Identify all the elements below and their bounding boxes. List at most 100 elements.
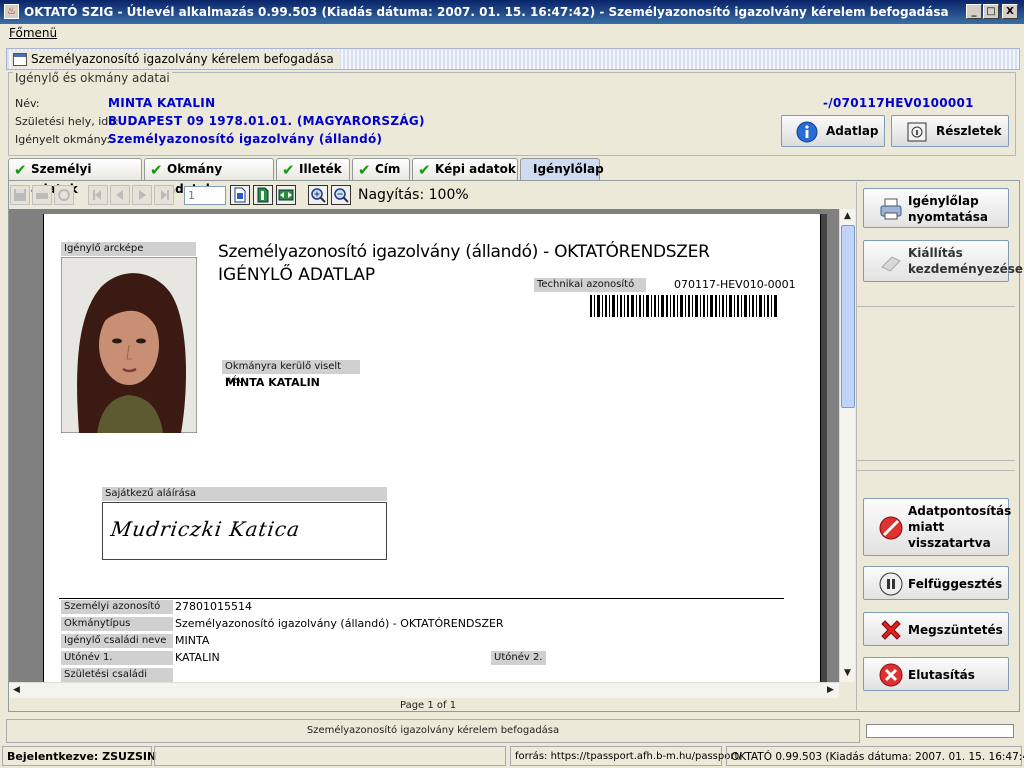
status-message: Személyazonosító igazolvány kérelem befo… [6,719,860,743]
last-page-button[interactable] [154,185,174,205]
report-title: Személyazonosító igazolvány (állandó) - … [218,242,710,262]
fit-width-button[interactable] [276,185,296,205]
technical-id-value: 070117-HEV010-0001 [674,278,796,291]
window-icon [13,53,27,66]
logged-in-user: Bejelentkezve: ZSUZSIN [2,746,156,766]
window-title: OKTATÓ SZIG - Útlevél alkalmazás 0.99.50… [24,5,949,19]
report-viewer[interactable]: Igénylő arcképe Személyazonosító igazolv… [9,209,839,682]
next-page-button[interactable] [132,185,152,205]
scroll-down-icon[interactable]: ▼ [840,666,855,681]
refresh-icon [58,189,70,201]
tab-label: Képi adatok [435,162,516,176]
previous-page-button[interactable] [110,185,130,205]
panel-divider [857,470,1015,471]
hold-for-correction-button[interactable]: Adatpontosítás miatt visszatartva [863,498,1012,556]
stamp-icon [881,256,901,272]
suspend-button[interactable]: Felfüggesztés [863,566,1009,600]
scroll-up-icon[interactable]: ▲ [840,209,855,224]
hold-for-correction-label: Adatpontosítás miatt visszatartva [908,504,1012,550]
adatlap-label: Adatlap [826,124,879,138]
print-icon [36,189,48,199]
maximize-button[interactable]: □ [983,4,999,19]
tab-szemelyi-adatok[interactable]: ✔Személyi adatok [8,158,142,196]
tab-label: Cím [375,162,401,176]
applicant-photo [61,257,197,433]
menu-bar: Főmenü [0,24,1024,44]
barcode [590,295,777,317]
pause-icon [879,572,903,596]
tab-cim[interactable]: ✔ Cím [352,158,410,180]
no-entry-icon [879,516,903,540]
section-divider [59,598,784,599]
fit-width-icon [278,189,294,201]
zoom-in-button[interactable] [308,185,328,205]
adatlap-button[interactable]: Adatlap [781,115,885,147]
tab-label: Illeték [299,162,342,176]
report-row-value: Személyazonosító igazolvány (állandó) - … [175,617,504,630]
name-value: MINTA KATALIN [108,96,216,110]
refresh-button[interactable] [54,185,74,205]
java-app-icon: ♨ [4,4,19,19]
reszletek-button[interactable]: Részletek [891,115,1009,147]
viewer-toolbar: 1 Nagyítás: 100% [8,182,848,208]
first-page-button[interactable] [88,185,108,205]
scroll-right-icon[interactable]: ▶ [823,683,838,698]
applicant-legend: Igénylő és okmány adatai [13,71,172,85]
arrow-right-icon [139,190,146,200]
report-row-label: Okmánytípus [61,617,173,631]
save-report-button[interactable] [10,185,30,205]
details-icon [907,122,927,142]
report-row-label: Születési családi neve [61,668,173,682]
issue-document-button[interactable]: Kiállítás kezdeményezése [863,240,1023,282]
signature-box: Mudriczki Katica [102,502,387,560]
tab-label: Igénylőlap [533,162,604,176]
progress-bar [866,724,1014,738]
reject-icon [879,663,903,687]
zoom-out-button[interactable] [331,185,351,205]
applicant-panel: Igénylő és okmány adatai Név: MINTA KATA… [8,71,1016,156]
red-x-icon [881,620,901,640]
tab-illetek[interactable]: ✔ Illeték [276,158,350,180]
panel-divider [857,306,1015,307]
minimize-button[interactable]: _ [966,4,982,19]
actual-size-button[interactable] [230,185,250,205]
signature-value: Mudriczki Katica [109,517,302,541]
bottom-status-bar: Bejelentkezve: ZSUZSIN forrás: https://t… [0,746,1024,768]
signature-label: Sajátkezű aláírása [102,487,387,501]
first-page-icon [93,190,101,200]
vertical-scrollbar[interactable]: ▲ ▼ [839,209,855,682]
tab-igenylolap[interactable]: Igénylőlap [520,158,604,180]
version-info: OKTATÓ 0.99.503 (Kiadás dátuma: 2007. 01… [726,746,1024,766]
scroll-left-icon[interactable]: ◀ [9,683,24,698]
vertical-scroll-thumb[interactable] [841,225,855,408]
page-number-field[interactable]: 1 [184,186,226,205]
report-row-value: KATALIN [175,651,220,664]
window-title-bar[interactable]: ♨ OKTATÓ SZIG - Útlevél alkalmazás 0.99.… [0,0,1024,24]
save-icon [14,189,26,201]
check-icon: ✔ [14,161,27,179]
report-row-label: Személyi azonosító [61,600,173,614]
tab-strip: ✔Személyi adatok ✔Okmány adatok ✔ Illeték… [8,158,1008,196]
document-value: Személyazonosító igazolvány (állandó) [108,132,383,146]
fit-page-button[interactable] [253,185,273,205]
report-row-value: 27801015514 [175,600,252,613]
printer-icon [880,198,902,220]
last-page-icon [161,190,169,200]
horizontal-scrollbar[interactable]: ◀ ▶ [9,682,839,698]
check-icon: ✔ [150,161,163,179]
birth-label: Születési hely, idő: [15,115,119,128]
print-report-button[interactable] [32,185,52,205]
technical-id-label: Technikai azonosító [534,278,646,292]
print-application-button[interactable]: Igénylőlap nyomtatása [863,188,1009,228]
terminate-button[interactable]: Megszüntetés [863,612,1009,646]
reject-button[interactable]: Elutasítás [863,657,1009,691]
menu-fomenu[interactable]: Főmenü [9,26,57,40]
tab-kepi-adatok[interactable]: ✔ Képi adatok [412,158,518,180]
document-name-value: MINTA KATALIN [225,376,320,389]
check-icon: ✔ [282,161,295,179]
zoom-out-icon [334,188,349,203]
status-spacer [154,746,506,766]
internal-frame-title: Személyazonosító igazolvány kérelem befo… [6,48,1020,70]
close-button[interactable]: X [1002,4,1018,19]
tab-okmany-adatok[interactable]: ✔Okmány adatok [144,158,274,196]
